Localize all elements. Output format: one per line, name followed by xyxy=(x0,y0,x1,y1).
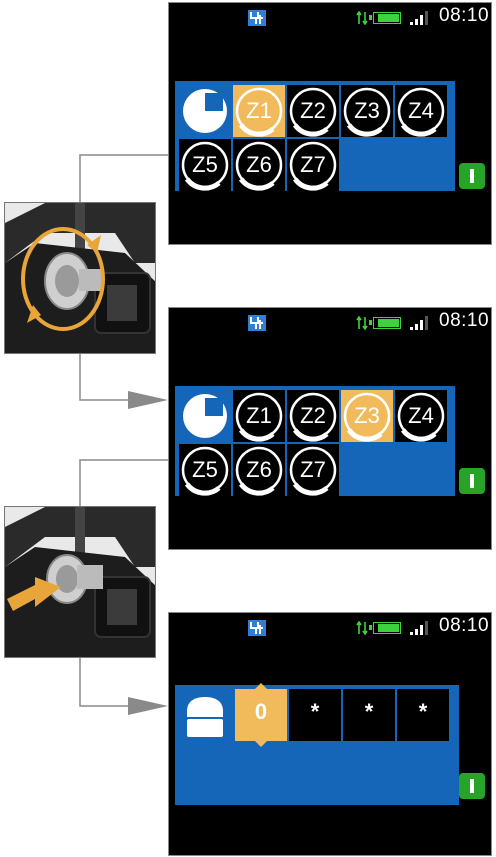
arrow-to-screen2 xyxy=(128,391,168,409)
pin-digit-2[interactable]: * xyxy=(289,689,341,741)
zone-button-z1[interactable]: Z1 xyxy=(233,390,285,442)
zone-label: Z3 xyxy=(354,403,380,428)
ok-button[interactable] xyxy=(459,773,485,799)
status-bar: 08:10 xyxy=(169,308,491,338)
pin-digit-3[interactable]: * xyxy=(343,689,395,741)
transfer-arrows-icon xyxy=(356,620,368,640)
zone-button-z2[interactable]: Z2 xyxy=(287,390,339,442)
partial-lock-icon xyxy=(183,394,227,438)
device-screen-3: 08:10 0 * * * xyxy=(168,612,492,856)
pin-digit-value: * xyxy=(310,699,320,724)
zone-selection-panel: Z1 Z2 Z3 Z4 Z5 Z6 Z7 xyxy=(175,386,455,496)
zone-button-z7[interactable]: Z7 xyxy=(287,444,339,496)
ok-button[interactable] xyxy=(459,468,485,494)
zone-label: Z6 xyxy=(246,152,272,177)
zone-button-z5[interactable]: Z5 xyxy=(179,139,231,191)
pin-entry-panel: 0 * * * xyxy=(175,683,459,805)
battery-icon xyxy=(369,12,401,24)
zone-button-z4[interactable]: Z4 xyxy=(395,390,447,442)
pin-digit-value: * xyxy=(364,699,374,724)
partial-lock-cell xyxy=(179,390,231,442)
signal-strength-icon xyxy=(410,621,428,635)
zone-label: Z7 xyxy=(300,457,326,482)
zone-label: Z4 xyxy=(408,98,434,123)
zone-button-z4[interactable]: Z4 xyxy=(395,85,447,137)
transfer-arrows-icon xyxy=(356,315,368,335)
zone-button-z6[interactable]: Z6 xyxy=(233,139,285,191)
device-screen-2: 08:10 Z1 Z2 Z3 Z4 Z5 Z6 Z7 xyxy=(168,307,492,550)
pin-digit-4[interactable]: * xyxy=(397,689,449,741)
zone-label: Z1 xyxy=(246,98,272,123)
brand-logo-icon xyxy=(248,10,266,26)
zone-button-z7[interactable]: Z7 xyxy=(287,139,339,191)
zone-label: Z2 xyxy=(300,403,326,428)
pin-digit-value: 0 xyxy=(254,699,268,724)
zone-label: Z5 xyxy=(192,457,218,482)
brand-logo-icon xyxy=(248,620,266,636)
zone-label: Z4 xyxy=(408,403,434,428)
battery-icon xyxy=(369,622,401,634)
arrow-to-screen3 xyxy=(128,697,168,715)
zone-label: Z5 xyxy=(192,152,218,177)
turn-knob-arrows-icon xyxy=(21,227,105,331)
zone-button-z2[interactable]: Z2 xyxy=(287,85,339,137)
status-time: 08:10 xyxy=(439,615,490,636)
partial-lock-icon xyxy=(183,89,227,133)
zone-button-z1[interactable]: Z1 xyxy=(233,85,285,137)
status-bar: 08:10 xyxy=(169,613,491,643)
status-time: 08:10 xyxy=(439,310,490,331)
ok-button[interactable] xyxy=(459,163,485,189)
signal-strength-icon xyxy=(410,316,428,330)
down-arrow-icon xyxy=(255,741,267,747)
zone-label: Z2 xyxy=(300,98,326,123)
signal-strength-icon xyxy=(410,11,428,25)
status-time: 08:10 xyxy=(439,5,490,26)
photo-turn-knob xyxy=(4,202,156,354)
zone-label: Z6 xyxy=(246,457,272,482)
zone-button-z3[interactable]: Z3 xyxy=(341,390,393,442)
brand-logo-icon xyxy=(248,315,266,331)
zone-button-z6[interactable]: Z6 xyxy=(233,444,285,496)
zone-label: Z1 xyxy=(246,403,272,428)
transfer-arrows-icon xyxy=(356,10,368,30)
battery-icon xyxy=(369,317,401,329)
zone-label: Z3 xyxy=(354,98,380,123)
partial-lock-cell xyxy=(179,85,231,137)
zone-label: Z7 xyxy=(300,152,326,177)
pin-digit-1[interactable]: 0 xyxy=(235,683,287,747)
zone-selection-panel: Z1 Z2 Z3 Z4 Z5 Z6 Z7 xyxy=(175,81,455,191)
pin-digit-value: * xyxy=(418,699,428,724)
up-arrow-icon xyxy=(255,683,267,689)
status-bar: 08:10 xyxy=(169,3,491,33)
zone-button-z5[interactable]: Z5 xyxy=(179,444,231,496)
zone-button-z3[interactable]: Z3 xyxy=(341,85,393,137)
photo-push-knob xyxy=(4,506,156,658)
push-arrow-icon xyxy=(7,577,61,611)
device-screen-1: 08:10 Z1 Z2 Z3 Z4 Z5 Z6 Z7 xyxy=(168,2,492,245)
padlock-icon xyxy=(187,697,223,737)
